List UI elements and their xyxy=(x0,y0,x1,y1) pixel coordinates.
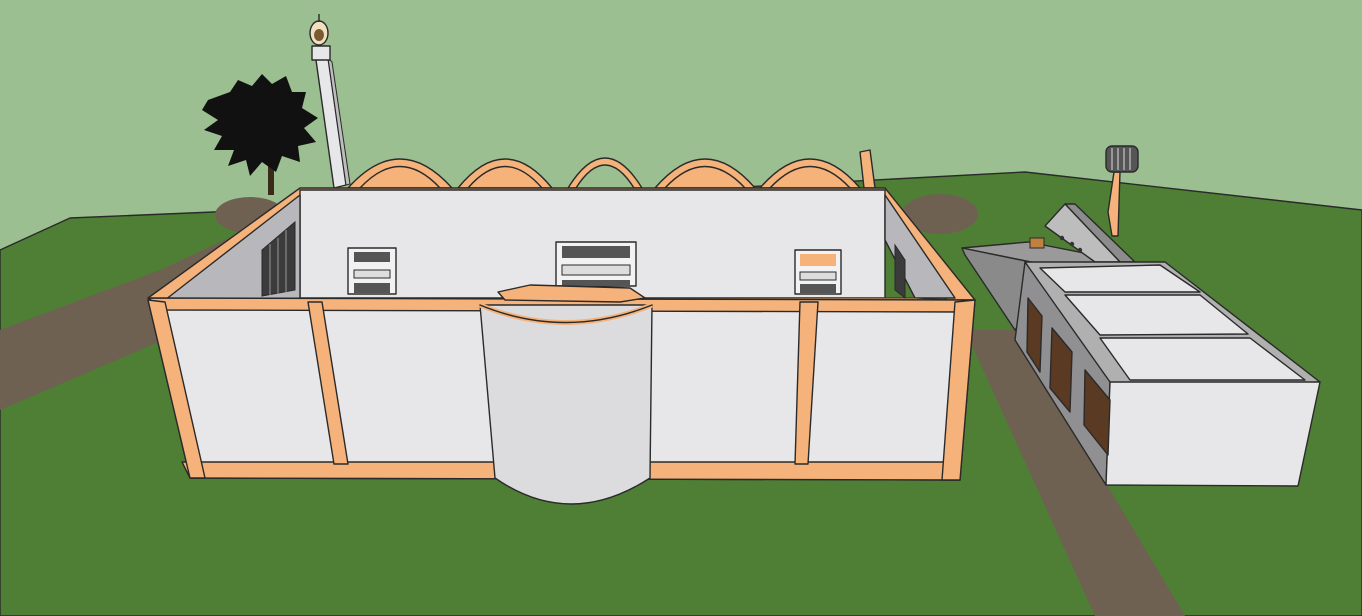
entrance-cylinder xyxy=(479,284,653,505)
3d-model-viewport[interactable] xyxy=(0,0,1362,616)
scene-canvas[interactable] xyxy=(0,0,1362,616)
